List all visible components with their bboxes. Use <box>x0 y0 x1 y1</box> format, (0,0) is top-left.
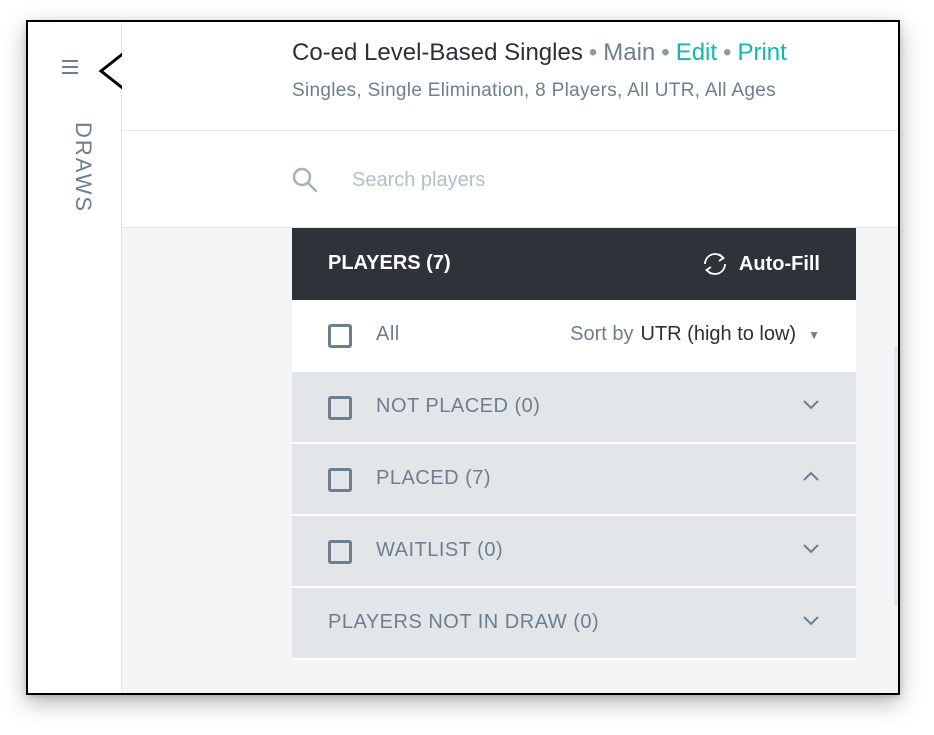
sort-prefix: Sort by <box>570 323 634 345</box>
group-not-placed-checkbox[interactable] <box>328 396 352 420</box>
chevron-down-icon[interactable] <box>802 614 820 626</box>
sort-value: UTR (high to low) <box>640 323 797 345</box>
players-panel: PLAYERS (7) Auto-Fill All Sort by UTR (h… <box>292 228 856 660</box>
chevron-down-icon[interactable] <box>802 542 820 554</box>
players-panel-header: PLAYERS (7) Auto-Fill <box>292 228 856 300</box>
nav-print-link[interactable]: Print <box>737 39 786 66</box>
sidebar-draws-label[interactable]: DRAWS <box>70 122 96 213</box>
select-all-row: All Sort by UTR (high to low) ▼ <box>292 300 856 372</box>
auto-fill-label: Auto-Fill <box>738 252 820 275</box>
group-not-in-draw[interactable]: PLAYERS NOT IN DRAW (0) <box>292 588 856 660</box>
refresh-icon <box>704 253 726 275</box>
select-all-checkbox[interactable] <box>328 324 352 348</box>
group-placed[interactable]: PLACED (7) <box>292 444 856 516</box>
select-all-label: All <box>376 323 400 345</box>
title-separator: • <box>661 39 670 66</box>
group-not-placed[interactable]: NOT PLACED (0) <box>292 372 856 444</box>
content-area: PLAYERS (7) Auto-Fill All Sort by UTR (h… <box>122 228 898 693</box>
sort-dropdown[interactable]: Sort by UTR (high to low) ▼ <box>570 323 820 346</box>
caret-down-icon: ▼ <box>808 327 820 342</box>
group-label: NOT PLACED (0) <box>376 395 541 417</box>
players-count-title: PLAYERS (7) <box>328 252 451 274</box>
title-separator: • <box>723 39 732 66</box>
search-bar <box>122 131 898 228</box>
page-title: Co-ed Level-Based Singles <box>292 39 583 66</box>
group-waitlist[interactable]: WAITLIST (0) <box>292 516 856 588</box>
page-header: Co-ed Level-Based Singles • Main • Edit • Prin… <box>122 22 898 131</box>
chevron-down-icon[interactable] <box>802 398 820 410</box>
auto-fill-button[interactable]: Auto-Fill <box>699 250 820 278</box>
search-input[interactable] <box>350 159 854 201</box>
draw-subtitle: Singles, Single Elimination, 8 Players, … <box>292 80 776 101</box>
scrollbar[interactable] <box>894 346 898 606</box>
group-waitlist-checkbox[interactable] <box>328 540 352 564</box>
group-label: WAITLIST (0) <box>376 539 504 561</box>
group-label: PLACED (7) <box>376 467 492 489</box>
search-icon <box>292 167 318 193</box>
nav-main-link[interactable]: Main <box>603 39 655 66</box>
title-row: Co-ed Level-Based Singles • Main • Edit • Prin… <box>292 39 787 67</box>
chevron-up-icon[interactable] <box>802 470 820 482</box>
hamburger-icon[interactable] <box>62 60 78 74</box>
group-label: PLAYERS NOT IN DRAW (0) <box>328 611 600 633</box>
sidebar: DRAWS <box>28 22 122 693</box>
app-window: DRAWS Co-ed Level-Based Singles • Main • Edi… <box>26 20 900 695</box>
title-separator: • <box>588 39 598 66</box>
group-placed-checkbox[interactable] <box>328 468 352 492</box>
nav-edit-link[interactable]: Edit <box>676 39 717 66</box>
